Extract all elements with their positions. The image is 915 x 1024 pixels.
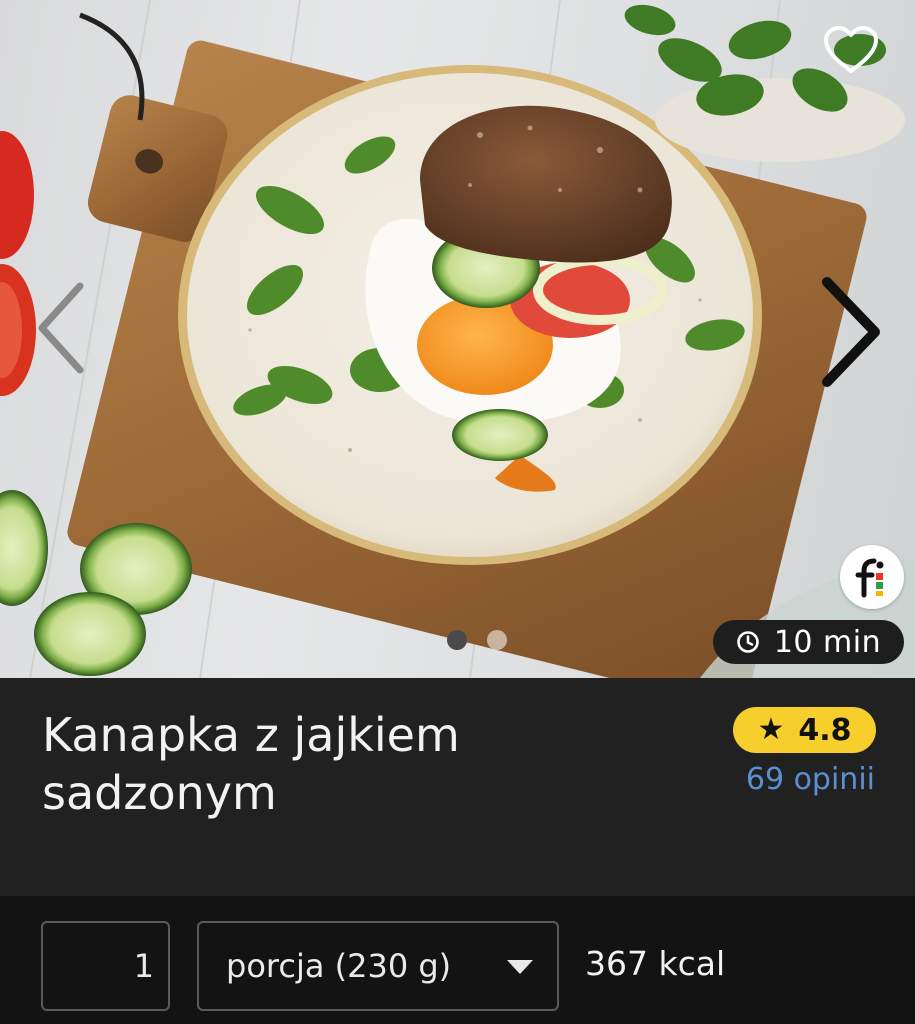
fitatu-logo-icon — [840, 545, 904, 609]
rating-value: 4.8 — [798, 712, 852, 748]
carousel-prev-button[interactable] — [26, 268, 96, 388]
recipe-photo — [0, 0, 915, 678]
recipe-title: Kanapka z jajkiem sadzonym — [42, 708, 460, 820]
clock-icon — [737, 631, 759, 653]
serving-unit-value: porcja (230 g) — [226, 947, 452, 985]
heart-outline-icon — [824, 26, 878, 73]
carousel-indicator — [447, 630, 507, 650]
chevron-left-icon — [38, 282, 84, 374]
caret-down-icon — [507, 960, 533, 974]
carousel-next-button[interactable] — [815, 272, 885, 392]
recipe-hero-image: 10 min — [0, 0, 915, 678]
quantity-input[interactable] — [41, 921, 170, 1011]
serving-controls: porcja (230 g) 367 kcal — [0, 896, 915, 1024]
recipe-header: Kanapka z jajkiem sadzonym ★ 4.8 69 opin… — [0, 678, 915, 896]
calories-value: 367 kcal — [585, 944, 726, 983]
reviews-link[interactable]: 69 opinii — [746, 762, 875, 797]
prep-time-badge: 10 min — [713, 620, 904, 664]
rating-badge: ★ 4.8 — [733, 707, 876, 753]
favorite-button[interactable] — [820, 22, 882, 78]
chevron-right-icon — [822, 277, 880, 387]
serving-unit-select[interactable]: porcja (230 g) — [197, 921, 559, 1011]
carousel-dot[interactable] — [487, 630, 507, 650]
prep-time-value: 10 min — [773, 624, 882, 660]
star-icon: ★ — [757, 712, 785, 747]
carousel-dot-active[interactable] — [447, 630, 467, 650]
